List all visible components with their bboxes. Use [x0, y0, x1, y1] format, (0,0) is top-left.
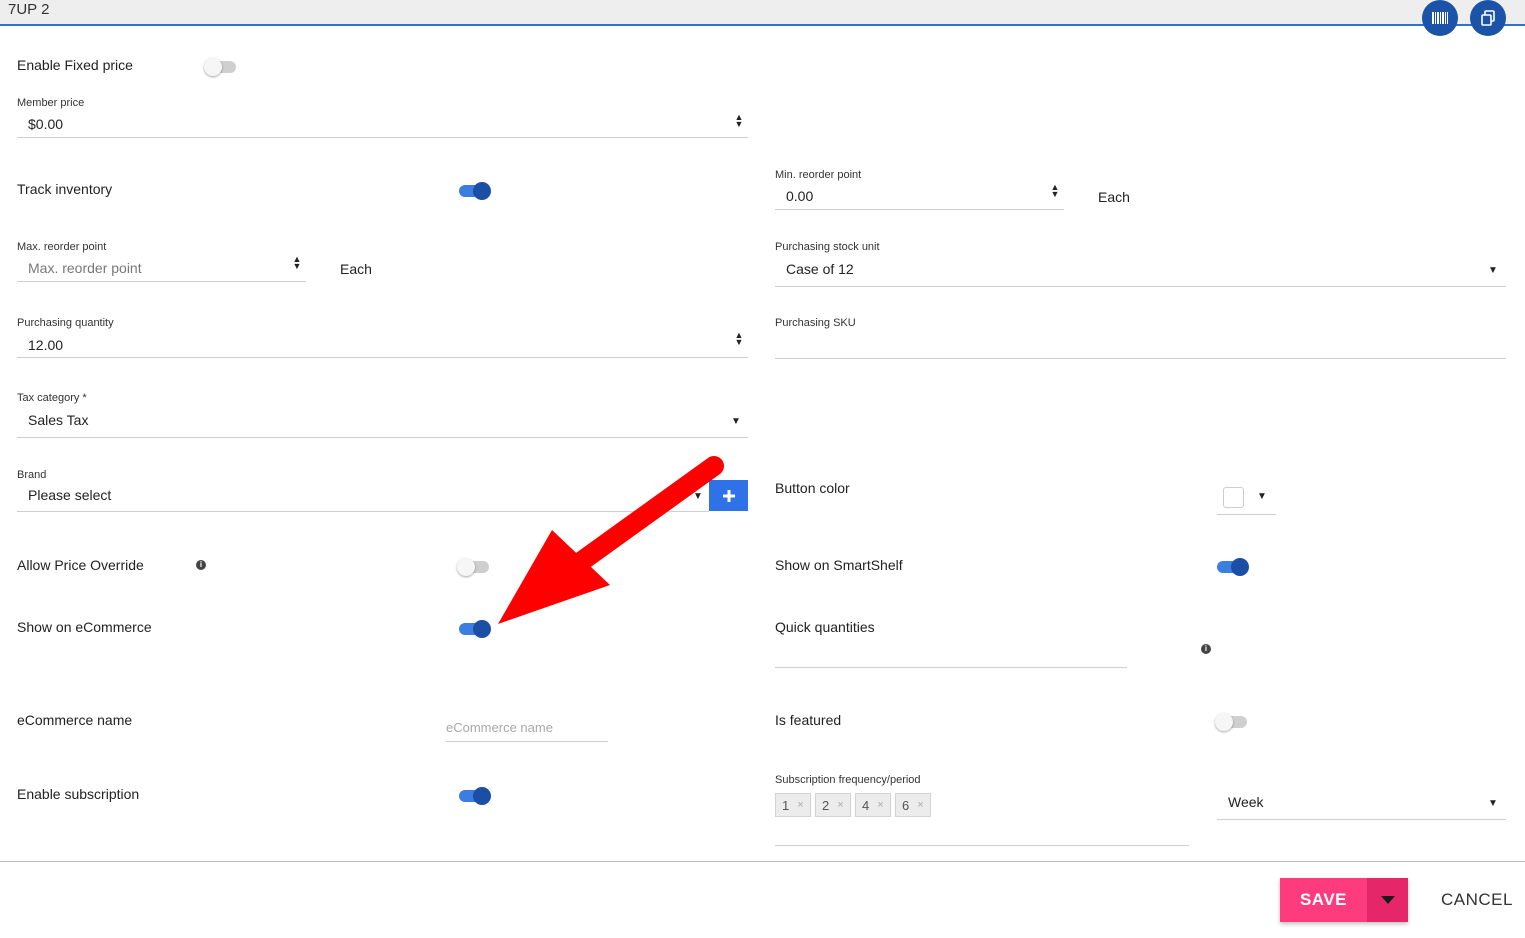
tax-category-value: Sales Tax [28, 412, 89, 428]
cancel-button[interactable]: CANCEL [1436, 886, 1518, 914]
barcode-button[interactable] [1422, 0, 1458, 36]
footer-divider [0, 861, 1525, 862]
max-reorder-unit: Each [340, 261, 372, 277]
allow-price-override-label: Allow Price Override [17, 557, 144, 573]
max-reorder-spinner[interactable]: ▲ ▼ [292, 255, 302, 271]
min-reorder-label: Min. reorder point [775, 169, 862, 181]
is-featured-label: Is featured [775, 712, 842, 728]
allow-price-override-toggle[interactable] [457, 557, 491, 577]
max-reorder-label: Max. reorder point [17, 241, 107, 253]
smartshelf-label: Show on SmartShelf [775, 557, 903, 573]
min-reorder-value: 0.00 [786, 188, 814, 204]
frequency-chip[interactable]: 4 × [855, 793, 891, 817]
annotation-arrow [498, 456, 724, 624]
purchasing-quantity-label: Purchasing quantity [17, 317, 114, 329]
purchasing-quantity-input[interactable]: 12.00 ▲ ▼ [17, 331, 748, 358]
frequency-chip[interactable]: 6 × [895, 793, 931, 817]
purchasing-sku-input[interactable] [775, 332, 1506, 359]
track-inventory-label: Track inventory [17, 181, 113, 197]
show-on-ecommerce-toggle[interactable] [457, 619, 491, 639]
chevron-down-icon: ▼ [1257, 491, 1267, 502]
info-icon[interactable]: i [196, 560, 206, 570]
member-price-input[interactable]: $0.00 ▲ ▼ [17, 112, 748, 138]
ecommerce-name-input[interactable]: eCommerce name [446, 716, 608, 742]
info-icon[interactable]: i [1201, 644, 1211, 654]
enable-subscription-label: Enable subscription [17, 786, 140, 802]
purchasing-stock-unit-select[interactable]: Case of 12 ▼ [775, 256, 1506, 287]
brand-label: Brand [17, 469, 47, 481]
quick-quantities-input[interactable] [775, 640, 1127, 668]
quick-quantities-label: Quick quantities [775, 619, 875, 635]
color-swatch [1223, 487, 1244, 508]
member-price-value: $0.00 [28, 116, 64, 132]
frequency-chip[interactable]: 2 × [815, 793, 851, 817]
save-button[interactable]: SAVE [1280, 878, 1367, 922]
button-color-label: Button color [775, 480, 850, 496]
chevron-down-icon: ▼ [731, 416, 741, 427]
show-on-ecommerce-label: Show on eCommerce [17, 619, 152, 635]
window-title: 7UP 2 [8, 1, 50, 18]
max-reorder-input[interactable]: Max. reorder point ▲ ▼ [17, 255, 306, 282]
tax-category-label: Tax category * [17, 392, 87, 404]
min-reorder-spinner[interactable]: ▲ ▼ [1050, 183, 1060, 199]
purchasing-stock-unit-label: Purchasing stock unit [775, 241, 880, 253]
member-price-spinner[interactable]: ▲ ▼ [734, 113, 744, 129]
frequency-chip[interactable]: 1 × [775, 793, 811, 817]
tax-category-select[interactable]: Sales Tax ▼ [17, 407, 748, 438]
ecommerce-name-placeholder: eCommerce name [446, 720, 553, 735]
close-icon[interactable]: × [877, 799, 883, 811]
track-inventory-toggle[interactable] [457, 181, 491, 201]
subscription-frequency-label: Subscription frequency/period [775, 774, 921, 786]
subscription-period-select[interactable]: Week ▼ [1217, 789, 1506, 820]
save-dropdown-button[interactable] [1367, 878, 1408, 922]
fixed-price-label: Enable Fixed price [17, 57, 133, 73]
chevron-down-icon: ▼ [1488, 265, 1498, 276]
close-icon[interactable]: × [917, 799, 923, 811]
purchasing-stock-unit-value: Case of 12 [786, 261, 854, 277]
barcode-icon [1432, 12, 1448, 24]
close-icon[interactable]: × [797, 799, 803, 811]
chevron-down-icon: ▼ [1488, 798, 1498, 809]
enable-subscription-toggle[interactable] [457, 786, 491, 806]
chevron-down-icon [1380, 896, 1395, 904]
copy-icon [1481, 10, 1495, 26]
top-bar [0, 0, 1525, 26]
is-featured-toggle[interactable] [1215, 712, 1249, 732]
purchasing-quantity-spinner[interactable]: ▲ ▼ [734, 331, 744, 347]
max-reorder-placeholder: Max. reorder point [28, 260, 142, 276]
brand-value: Please select [28, 487, 112, 503]
smartshelf-toggle[interactable] [1215, 557, 1249, 577]
duplicate-button[interactable] [1470, 0, 1506, 36]
min-reorder-unit: Each [1098, 189, 1130, 205]
member-price-label: Member price [17, 97, 85, 109]
min-reorder-input[interactable]: 0.00 ▲ ▼ [775, 183, 1064, 210]
ecommerce-name-label: eCommerce name [17, 712, 133, 728]
fixed-price-toggle[interactable] [204, 57, 238, 77]
subscription-frequency-input[interactable]: 1 × 2 × 4 × 6 × [775, 790, 1189, 846]
button-color-picker[interactable]: ▼ [1217, 484, 1276, 515]
subscription-period-value: Week [1228, 794, 1264, 810]
purchasing-sku-label: Purchasing SKU [775, 317, 856, 329]
purchasing-quantity-value: 12.00 [28, 337, 64, 353]
save-button-group[interactable]: SAVE [1280, 878, 1408, 922]
close-icon[interactable]: × [837, 799, 843, 811]
